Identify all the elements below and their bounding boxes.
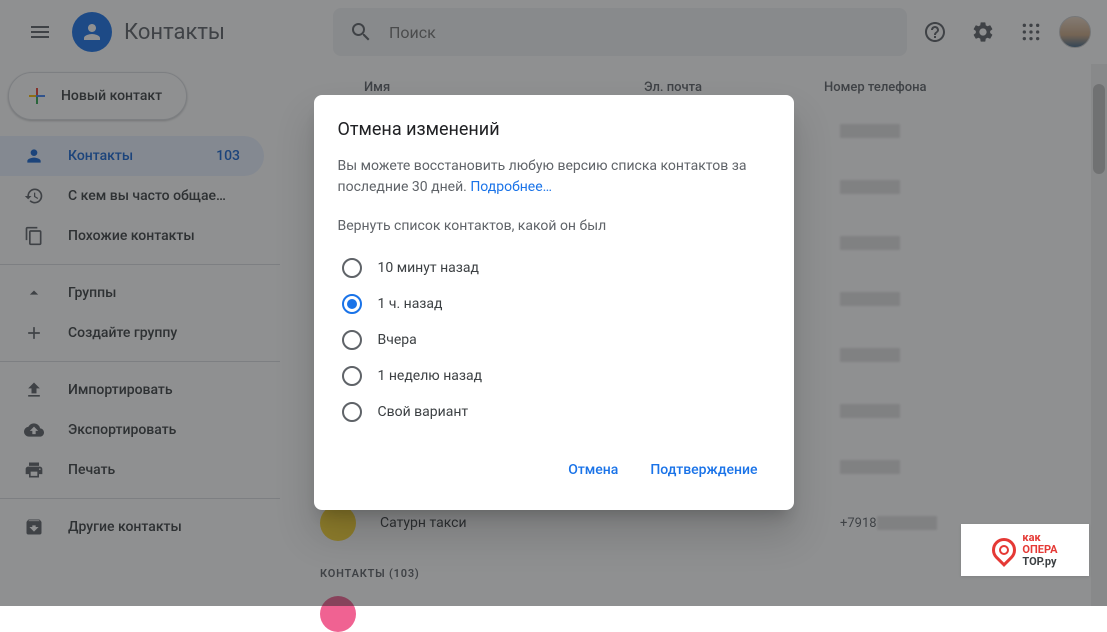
radio-icon: [342, 402, 362, 422]
watermark-icon: [987, 533, 1021, 567]
learn-more-link[interactable]: Подробнее…: [470, 179, 552, 195]
watermark: как ОПЕРАТОР.ру: [961, 524, 1089, 576]
radio-option[interactable]: 10 минут назад: [338, 250, 770, 286]
undo-dialog: Отмена изменений Вы можете восстановить …: [314, 95, 794, 510]
radio-option[interactable]: 1 неделю назад: [338, 358, 770, 394]
radio-icon: [342, 258, 362, 278]
radio-icon: [342, 294, 362, 314]
radio-icon: [342, 366, 362, 386]
modal-scrim[interactable]: Отмена изменений Вы можете восстановить …: [0, 0, 1107, 606]
dialog-subtitle: Вернуть список контактов, какой он был: [338, 218, 770, 234]
confirm-button[interactable]: Подтверждение: [638, 454, 769, 486]
dialog-title: Отмена изменений: [338, 119, 770, 140]
radio-label: 1 ч. назад: [378, 296, 443, 312]
radio-option[interactable]: 1 ч. назад: [338, 286, 770, 322]
cancel-button[interactable]: Отмена: [556, 454, 630, 486]
dialog-description: Вы можете восстановить любую версию спис…: [338, 156, 770, 198]
radio-label: Свой вариант: [378, 404, 469, 420]
radio-label: 10 минут назад: [378, 260, 479, 276]
radio-icon: [342, 330, 362, 350]
radio-label: 1 неделю назад: [378, 368, 483, 384]
radio-option[interactable]: Вчера: [338, 322, 770, 358]
radio-option[interactable]: Свой вариант: [338, 394, 770, 430]
radio-label: Вчера: [378, 332, 417, 348]
